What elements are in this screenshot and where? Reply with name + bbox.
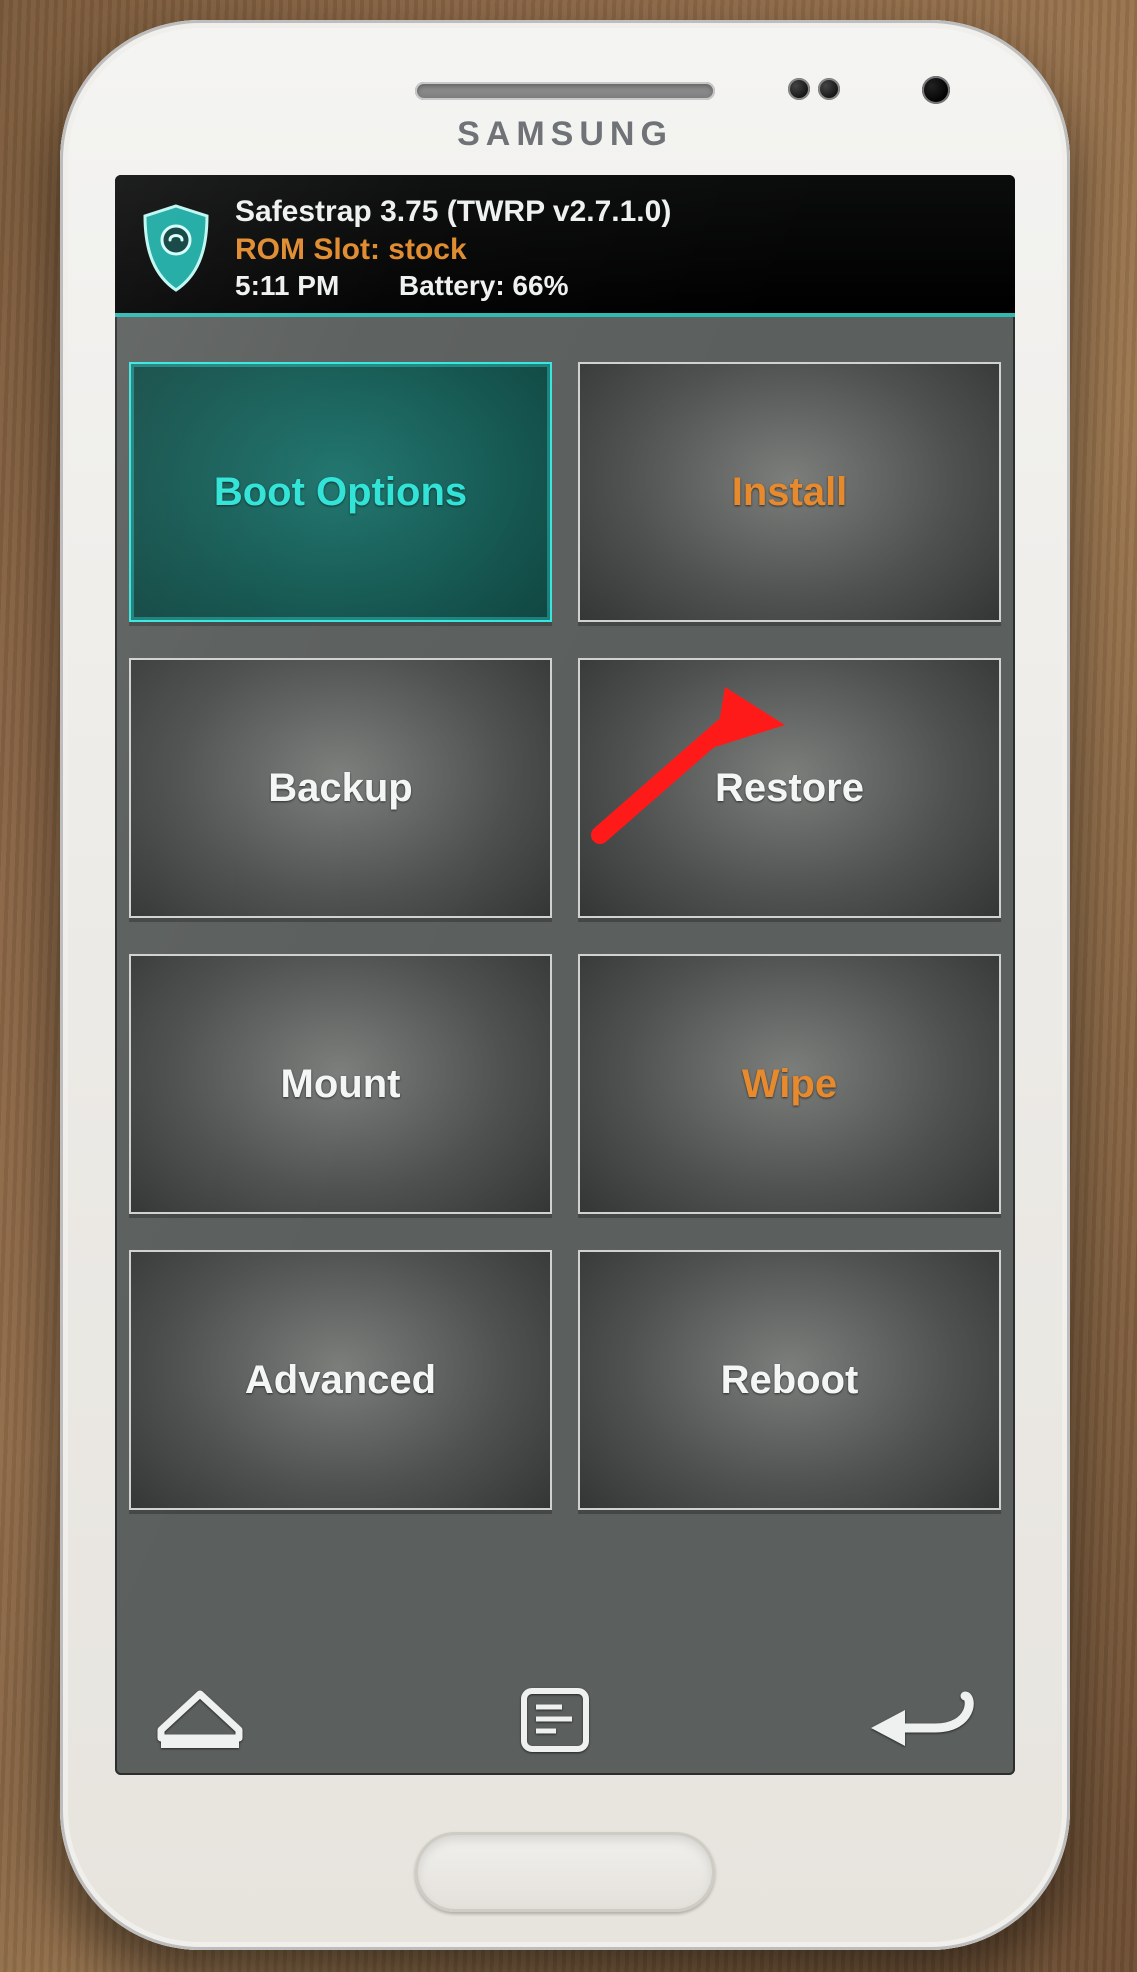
- header-bar: Safestrap 3.75 (TWRP v2.7.1.0) ROM Slot:…: [115, 175, 1015, 317]
- tile-label: Install: [732, 470, 848, 515]
- rom-slot-label: ROM Slot: stock: [235, 231, 671, 269]
- tile-label: Wipe: [742, 1062, 837, 1107]
- brand-logo: SAMSUNG: [457, 115, 673, 154]
- main-menu-grid: Boot Options Install Backup Restore Moun…: [115, 317, 1015, 1530]
- tile-backup[interactable]: Backup: [129, 658, 552, 918]
- tile-label: Backup: [268, 766, 413, 811]
- home-icon[interactable]: [155, 1680, 245, 1760]
- tile-label: Reboot: [721, 1358, 859, 1403]
- back-icon[interactable]: [865, 1682, 975, 1758]
- bottom-nav: [115, 1665, 1015, 1775]
- tile-install[interactable]: Install: [578, 362, 1001, 622]
- tile-restore[interactable]: Restore: [578, 658, 1001, 918]
- tile-label: Mount: [281, 1062, 401, 1107]
- tile-advanced[interactable]: Advanced: [129, 1250, 552, 1510]
- screen: Safestrap 3.75 (TWRP v2.7.1.0) ROM Slot:…: [115, 175, 1015, 1775]
- earpiece-speaker: [415, 82, 715, 100]
- shield-icon: [137, 202, 215, 294]
- proximity-sensors: [788, 78, 840, 102]
- battery-level: Battery: 66%: [399, 270, 569, 301]
- tile-label: Boot Options: [214, 470, 467, 515]
- tile-wipe[interactable]: Wipe: [578, 954, 1001, 1214]
- tile-label: Restore: [715, 766, 864, 811]
- terminal-log-icon[interactable]: [518, 1683, 592, 1757]
- phone-chassis: SAMSUNG Safestrap 3.75 (TWRP v2.7.1.0) R…: [60, 20, 1070, 1950]
- front-camera: [922, 76, 950, 104]
- clock-time: 5:11 PM: [235, 270, 339, 301]
- tile-boot-options[interactable]: Boot Options: [129, 362, 552, 622]
- tile-mount[interactable]: Mount: [129, 954, 552, 1214]
- app-title: Safestrap 3.75 (TWRP v2.7.1.0): [235, 193, 671, 231]
- tile-reboot[interactable]: Reboot: [578, 1250, 1001, 1510]
- tile-label: Advanced: [245, 1358, 436, 1403]
- hardware-home-button[interactable]: [415, 1832, 715, 1912]
